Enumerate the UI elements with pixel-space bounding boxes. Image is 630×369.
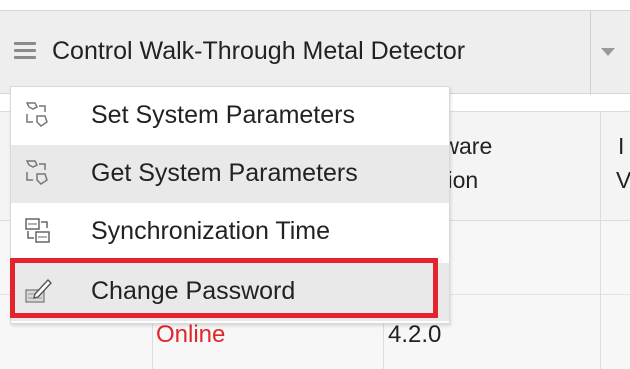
parameters-icon: [25, 160, 48, 185]
version-cell: 4.2.0: [388, 321, 442, 348]
edit-password-icon: [25, 278, 52, 303]
menu-item-get-system-parameters[interactable]: Get System Parameters: [11, 145, 449, 203]
dropdown-menu: Set System Parameters Get System Paramet…: [10, 86, 450, 324]
menu-item-label: Change Password: [91, 277, 296, 305]
menu-item-label: Synchronization Time: [91, 217, 331, 245]
caret-down-icon: [601, 48, 615, 56]
parameters-icon: [25, 102, 48, 127]
sync-time-icon: [25, 218, 50, 243]
toolbar: Control Walk-Through Metal Detector: [0, 10, 630, 95]
column-header-next-line2: V: [616, 167, 630, 193]
menu-item-change-password[interactable]: Change Password: [11, 263, 449, 321]
control-metal-detector-menu-button[interactable]: Control Walk-Through Metal Detector: [0, 11, 622, 95]
menu-item-synchronization-time[interactable]: Synchronization Time: [11, 203, 449, 261]
column-header-next-line1: I: [618, 133, 625, 159]
status-cell: Online: [156, 321, 226, 348]
hamburger-icon: [14, 42, 36, 60]
menu-item-set-system-parameters[interactable]: Set System Parameters: [11, 87, 449, 145]
more-dropdown-button[interactable]: [590, 11, 630, 95]
column-divider: [600, 111, 601, 369]
menu-item-label: Get System Parameters: [91, 159, 358, 187]
menu-item-label: Set System Parameters: [91, 101, 355, 129]
toolbar-title: Control Walk-Through Metal Detector: [52, 37, 466, 65]
